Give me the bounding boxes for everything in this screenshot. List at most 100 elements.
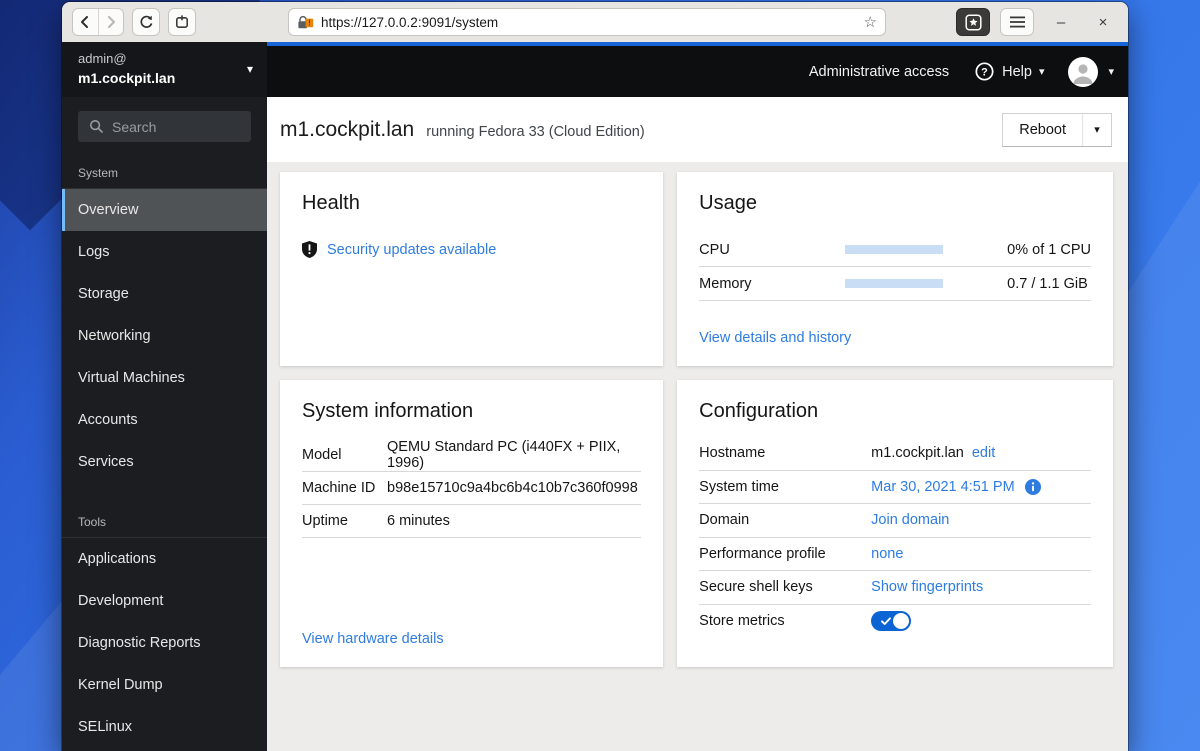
search-icon bbox=[89, 119, 104, 139]
main-area: Administrative access ? Help ▾ ▾ m1.cock bbox=[267, 42, 1128, 751]
reload-button[interactable] bbox=[132, 8, 160, 36]
store-metrics-row: Store metrics bbox=[699, 605, 1091, 639]
performance-profile-label: Performance profile bbox=[699, 545, 826, 562]
view-hardware-details-link[interactable]: View hardware details bbox=[302, 631, 641, 647]
insecure-lock-icon: ! bbox=[298, 15, 314, 28]
hamburger-icon bbox=[1009, 16, 1025, 28]
health-title: Health bbox=[302, 192, 360, 214]
forward-icon bbox=[107, 16, 115, 28]
url-input[interactable] bbox=[321, 14, 858, 30]
hostname-label: Hostname bbox=[699, 445, 766, 462]
chevron-down-icon: ▾ bbox=[1108, 66, 1114, 78]
host-name: m1.cockpit.lan bbox=[78, 70, 176, 86]
back-icon bbox=[81, 16, 89, 28]
back-button[interactable] bbox=[73, 9, 98, 35]
reboot-button[interactable]: Reboot bbox=[1003, 114, 1082, 146]
cpu-progress-bar bbox=[845, 245, 944, 254]
security-shield-icon bbox=[302, 241, 317, 258]
uptime-value: 6 minutes bbox=[387, 513, 450, 529]
reboot-split-button: Reboot ▾ bbox=[1002, 112, 1112, 147]
info-icon[interactable] bbox=[1024, 478, 1041, 495]
minimize-button[interactable]: – bbox=[1046, 14, 1076, 31]
secure-shell-keys-row: Secure shell keys Show fingerprints bbox=[699, 571, 1091, 605]
system-time-link[interactable]: Mar 30, 2021 4:51 PM bbox=[871, 479, 1014, 495]
bookmark-star-icon[interactable]: ☆ bbox=[864, 13, 877, 31]
memory-label: Memory bbox=[699, 275, 752, 292]
administrative-access-button[interactable]: Administrative access bbox=[809, 64, 949, 80]
sidebar-item-kernel-dump[interactable]: Kernel Dump bbox=[62, 664, 267, 706]
uptime-row: Uptime 6 minutes bbox=[302, 505, 642, 538]
show-fingerprints-link[interactable]: Show fingerprints bbox=[871, 579, 983, 595]
sidebar-item-accounts[interactable]: Accounts bbox=[62, 399, 267, 441]
memory-usage-row: Memory 0.7 / 1.1 GiB bbox=[699, 267, 1091, 301]
security-updates-link[interactable]: Security updates available bbox=[327, 242, 496, 258]
performance-profile-link[interactable]: none bbox=[871, 546, 903, 562]
sidebar-item-storage[interactable]: Storage bbox=[62, 273, 267, 315]
memory-value: 0.7 / 1.1 GiB bbox=[1007, 275, 1088, 292]
cpu-label: CPU bbox=[699, 241, 730, 258]
browser-window: ! ☆ – × admin@ m1.cockpit.lan ▾ bbox=[62, 2, 1128, 751]
model-label: Model bbox=[302, 447, 342, 463]
page-title: m1.cockpit.lan bbox=[280, 117, 415, 141]
system-time-label: System time bbox=[699, 478, 779, 495]
svg-text:?: ? bbox=[981, 66, 988, 78]
join-domain-link[interactable]: Join domain bbox=[871, 512, 949, 528]
usage-title: Usage bbox=[699, 192, 757, 214]
sidebar-item-diagnostic-reports[interactable]: Diagnostic Reports bbox=[62, 622, 267, 664]
user-name: admin@ bbox=[78, 51, 127, 66]
reboot-dropdown-toggle[interactable]: ▾ bbox=[1082, 113, 1111, 146]
sidebar-item-services[interactable]: Services bbox=[62, 441, 267, 483]
help-icon: ? bbox=[975, 62, 994, 81]
sidebar-item-virtual-machines[interactable]: Virtual Machines bbox=[62, 357, 267, 399]
sidebar-item-networking[interactable]: Networking bbox=[62, 315, 267, 357]
help-menu[interactable]: ? Help ▾ bbox=[975, 62, 1044, 81]
machine-id-row: Machine ID b98e15710c9a4bc6b4c10b7c360f0… bbox=[302, 472, 642, 505]
secure-shell-keys-label: Secure shell keys bbox=[699, 579, 813, 596]
model-row: Model QEMU Standard PC (i440FX + PIIX, 1… bbox=[302, 439, 642, 472]
page-subtitle: running Fedora 33 (Cloud Edition) bbox=[426, 123, 645, 140]
help-label: Help bbox=[1002, 63, 1032, 80]
chevron-down-icon: ▾ bbox=[1038, 66, 1045, 78]
toolbar-right: – × bbox=[886, 8, 1118, 36]
user-menu[interactable]: ▾ bbox=[1068, 56, 1114, 87]
system-time-row: System time Mar 30, 2021 4:51 PM bbox=[699, 471, 1091, 504]
hostname-row: Hostname m1.cockpit.lan edit bbox=[699, 437, 1091, 471]
svg-text:!: ! bbox=[308, 18, 311, 27]
configuration-title: Configuration bbox=[699, 400, 819, 422]
sidebar-item-overview[interactable]: Overview bbox=[62, 189, 267, 231]
page-header: m1.cockpit.lan running Fedora 33 (Cloud … bbox=[267, 97, 1128, 162]
sidebar-item-selinux[interactable]: SELinux bbox=[62, 706, 267, 748]
reload-icon bbox=[139, 15, 152, 28]
memory-progress-bar bbox=[845, 279, 944, 288]
view-details-history-link[interactable]: View details and history bbox=[699, 330, 1091, 346]
store-metrics-label: Store metrics bbox=[699, 613, 785, 630]
hostname-edit-link[interactable]: edit bbox=[972, 445, 995, 461]
check-icon bbox=[881, 617, 892, 625]
browser-toolbar: ! ☆ – × bbox=[62, 2, 1128, 42]
overview-cards: Health Security updates available Usage bbox=[267, 162, 1128, 751]
sidebar-item-logs[interactable]: Logs bbox=[62, 231, 267, 273]
system-information-card: System information Model QEMU Standard P… bbox=[280, 380, 664, 667]
menu-button[interactable] bbox=[1000, 8, 1034, 36]
bookmarks-library-icon bbox=[964, 13, 982, 31]
new-tab-button[interactable] bbox=[168, 8, 196, 36]
avatar bbox=[1068, 56, 1099, 87]
sidebar-search bbox=[78, 111, 251, 142]
history-nav-group bbox=[72, 8, 124, 36]
close-button[interactable]: × bbox=[1088, 14, 1118, 31]
sidebar-nav: System Overview Logs Storage Networking … bbox=[62, 148, 267, 751]
sidebar-item-development[interactable]: Development bbox=[62, 580, 267, 622]
performance-profile-row: Performance profile none bbox=[699, 538, 1091, 571]
url-bar[interactable]: ! ☆ bbox=[288, 8, 886, 36]
masthead: Administrative access ? Help ▾ ▾ bbox=[267, 46, 1128, 97]
cpu-value: 0% of 1 CPU bbox=[1007, 241, 1091, 258]
configuration-card: Configuration Hostname m1.cockpit.lan ed… bbox=[677, 380, 1113, 667]
nav-section-system: System bbox=[62, 154, 267, 189]
host-switcher[interactable]: admin@ m1.cockpit.lan ▾ bbox=[62, 42, 267, 97]
sidebar-item-applications[interactable]: Applications bbox=[62, 538, 267, 580]
bookmarks-library-button[interactable] bbox=[956, 8, 990, 36]
forward-button[interactable] bbox=[99, 9, 124, 35]
store-metrics-toggle[interactable] bbox=[871, 611, 912, 632]
domain-row: Domain Join domain bbox=[699, 504, 1091, 538]
system-information-title: System information bbox=[302, 400, 474, 422]
